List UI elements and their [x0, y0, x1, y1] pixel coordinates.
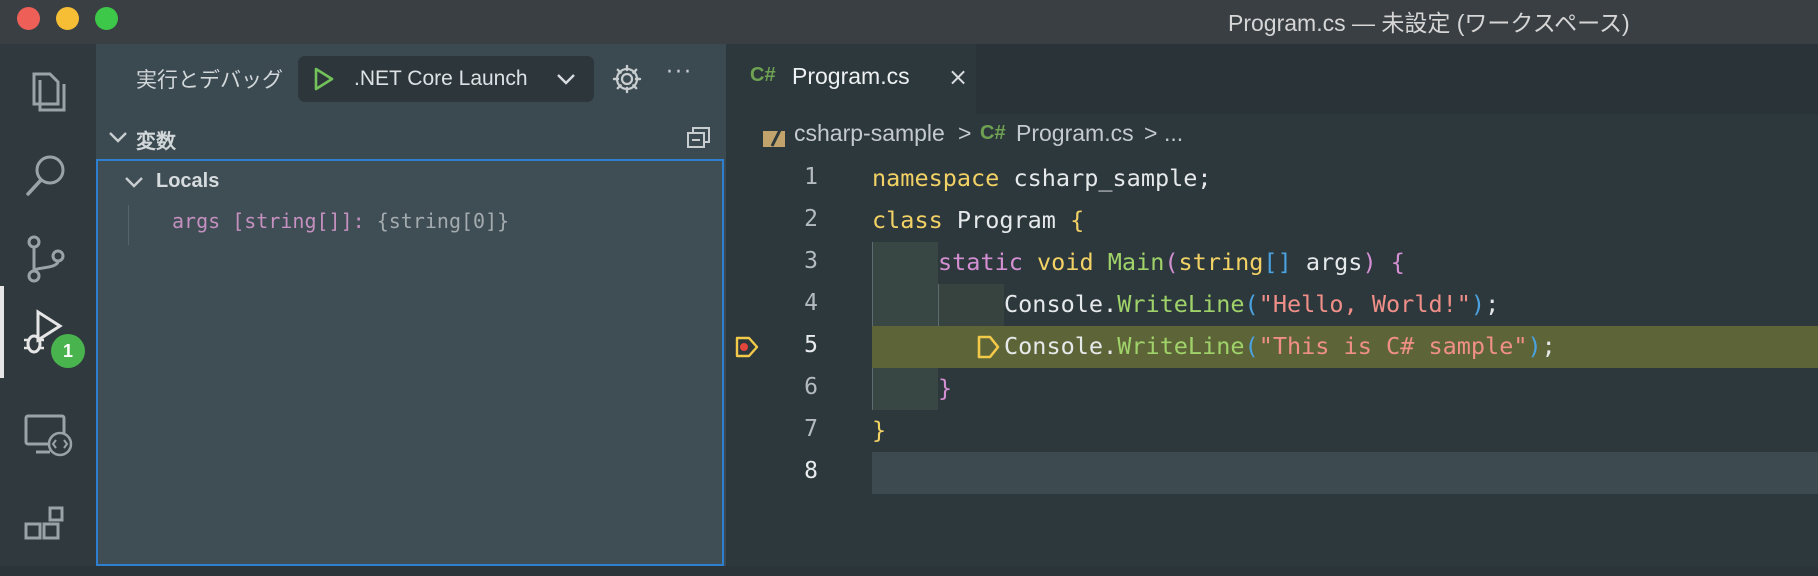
code-bracket: []	[1263, 248, 1292, 276]
code-line[interactable]: 8	[726, 452, 1818, 494]
code-brace: {	[1376, 248, 1405, 276]
minimize-window-button[interactable]	[56, 7, 79, 30]
csharp-file-icon: C#	[750, 64, 776, 86]
variable-type: [string[]]:	[232, 209, 365, 233]
code-string: "This is C# sample"	[1258, 332, 1528, 360]
remote-explorer-icon	[24, 414, 73, 457]
variables-panel: Locals args [string[]]: {string[0]}	[96, 159, 724, 566]
collapse-all-icon[interactable]	[686, 126, 712, 150]
close-window-button[interactable]	[17, 7, 40, 30]
line-number: 5	[804, 332, 818, 358]
breadcrumb-file[interactable]: Program.cs	[1016, 120, 1134, 147]
code-keyword: class	[872, 206, 943, 234]
breadcrumb-folder[interactable]: csharp-sample	[794, 120, 945, 147]
chevron-down-icon[interactable]	[124, 175, 144, 191]
code-paren: )	[1362, 248, 1377, 276]
source-control-icon	[27, 235, 65, 283]
tab-program-cs[interactable]: C# Program.cs ×	[726, 44, 976, 114]
code-keyword: void	[1022, 248, 1108, 276]
activity-extensions[interactable]	[0, 484, 96, 576]
code-line[interactable]: 1 namespace csharp_sample;	[726, 158, 1818, 200]
code-paren: )	[1527, 332, 1542, 360]
debug-stack-frame-icon	[977, 335, 1000, 359]
code-line[interactable]: 7 }	[726, 410, 1818, 452]
line-number: 7	[804, 416, 818, 442]
variables-section-title: 変数	[136, 129, 176, 153]
line-number: 2	[804, 206, 818, 232]
title-bar: Program.cs — 未設定 (ワークスペース)	[0, 0, 1818, 44]
code-function: WriteLine	[1117, 290, 1245, 318]
code-brace: }	[938, 374, 953, 402]
code-paren: (	[1244, 332, 1259, 360]
gear-icon[interactable]	[612, 64, 642, 94]
search-icon	[26, 155, 65, 196]
locals-scope-label[interactable]: Locals	[156, 170, 219, 193]
run-debug-sidebar: 実行とデバッグ .NET Core Launch ··· 変数 Locals a…	[96, 44, 726, 566]
csharp-file-icon: C#	[980, 122, 1006, 144]
variable-value: {string[0]}	[376, 209, 510, 233]
folder-icon	[763, 129, 785, 147]
code-line[interactable]: 4 Console.WriteLine("Hello, World!");	[726, 284, 1818, 326]
code-keyword: namespace	[872, 164, 1000, 192]
maximize-window-button[interactable]	[95, 7, 118, 30]
code-text: ;	[1485, 290, 1500, 318]
chevron-down-icon[interactable]	[556, 70, 576, 88]
line-number: 3	[804, 248, 818, 274]
variable-name: args	[172, 209, 221, 233]
code-paren: )	[1470, 290, 1486, 318]
activity-bar: 1	[0, 44, 96, 566]
launch-config-selector[interactable]: .NET Core Launch	[298, 56, 594, 102]
line-number: 6	[804, 374, 818, 400]
explorer-icon	[32, 72, 66, 112]
tree-indent-guide	[128, 205, 129, 245]
code-text: csharp_sample;	[999, 164, 1212, 192]
close-icon[interactable]: ×	[948, 63, 968, 91]
variables-section-header[interactable]: 変数	[96, 118, 726, 158]
code-text: Console.	[1004, 290, 1118, 318]
code-brace: }	[872, 416, 887, 444]
activity-run-debug[interactable]: 1	[0, 286, 96, 378]
code-paren: (	[1164, 248, 1179, 276]
code-line[interactable]: 2 class Program {	[726, 200, 1818, 242]
sidebar-header: 実行とデバッグ .NET Core Launch ···	[96, 44, 726, 114]
editor-area: C# Program.cs × csharp-sample > C# Progr…	[726, 44, 1818, 566]
line-number: 1	[804, 164, 818, 190]
extensions-icon	[24, 506, 64, 540]
debug-session-badge: 1	[51, 334, 85, 368]
code-function: Main	[1107, 248, 1165, 276]
sidebar-title: 実行とデバッグ	[136, 68, 283, 92]
code-function: WriteLine	[1117, 332, 1245, 360]
start-debugging-icon[interactable]	[312, 66, 336, 92]
editor-tab-bar: C# Program.cs ×	[726, 44, 1818, 114]
launch-config-label: .NET Core Launch	[354, 67, 528, 90]
activity-remote-explorer[interactable]	[0, 392, 96, 484]
code-text: Program	[942, 206, 1071, 234]
code-line-current[interactable]: 5 Console.WriteLine("This is C# sample")…	[726, 326, 1818, 368]
code-text: Console.	[1004, 332, 1118, 360]
activity-explorer[interactable]	[0, 44, 96, 136]
code-text: ;	[1541, 332, 1556, 360]
tab-label: Program.cs	[792, 63, 910, 89]
breadcrumb-separator: >	[1144, 120, 1158, 146]
breadcrumb-symbol[interactable]: ...	[1164, 120, 1183, 147]
code-string: "Hello, World!"	[1258, 290, 1471, 318]
chevron-down-icon[interactable]	[108, 130, 128, 146]
more-actions-icon[interactable]: ···	[666, 60, 693, 85]
code-brace: {	[1070, 206, 1085, 234]
activity-search[interactable]	[0, 130, 96, 222]
line-number: 8	[804, 458, 818, 484]
variable-row[interactable]: args [string[]]: {string[0]}	[172, 209, 509, 233]
breadcrumb-separator: >	[958, 120, 972, 146]
code-keyword: static	[938, 248, 1023, 276]
line-number: 4	[804, 290, 818, 316]
code-line[interactable]: 6 }	[726, 368, 1818, 410]
window-title: Program.cs — 未設定 (ワークスペース)	[1228, 10, 1630, 36]
code-paren: (	[1244, 290, 1259, 318]
code-text: args	[1291, 248, 1363, 276]
code-keyword: string	[1178, 248, 1264, 276]
code-line[interactable]: 3 static void Main(string[] args) {	[726, 242, 1818, 284]
